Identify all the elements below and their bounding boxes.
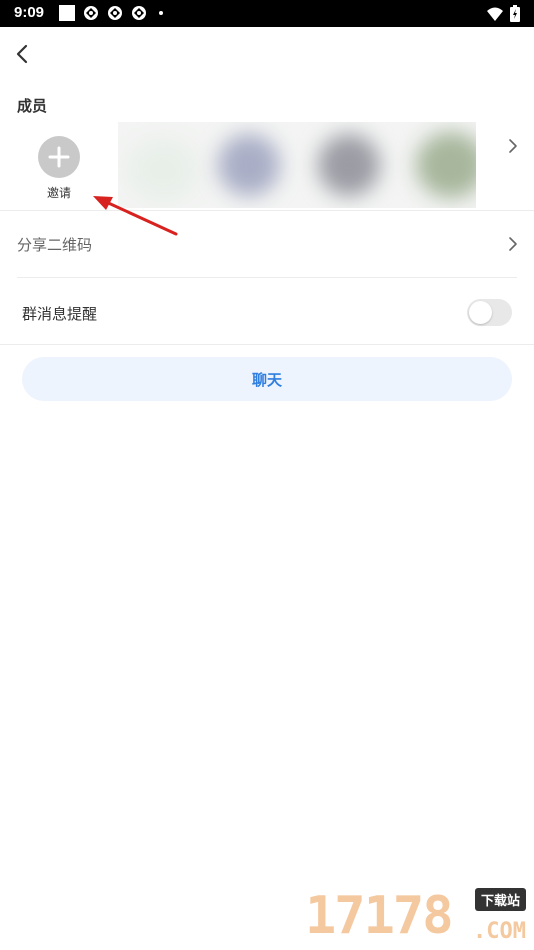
group-notify-toggle[interactable] xyxy=(467,299,512,326)
member-avatar[interactable] xyxy=(128,140,198,200)
members-section-title: 成员 xyxy=(17,97,48,115)
member-avatar[interactable] xyxy=(318,134,380,196)
divider xyxy=(0,344,534,345)
battery-charging-icon xyxy=(510,5,520,22)
chat-button[interactable]: 聊天 xyxy=(22,357,512,401)
member-avatars-strip[interactable] xyxy=(118,122,476,208)
toggle-knob xyxy=(469,301,492,324)
app-notification-icon xyxy=(131,5,147,21)
chevron-left-icon xyxy=(16,44,28,64)
divider xyxy=(17,277,517,278)
invite-plus-circle xyxy=(38,136,80,178)
plus-icon xyxy=(48,146,70,168)
watermark-badge: 下载站 xyxy=(474,888,526,911)
app-notification-icon xyxy=(107,5,123,21)
watermark-digits: 17178 xyxy=(305,886,454,946)
status-time: 9:09 xyxy=(14,4,45,21)
divider xyxy=(0,210,534,211)
member-avatar[interactable] xyxy=(218,134,280,196)
more-notifications-icon xyxy=(159,11,163,15)
back-button[interactable] xyxy=(10,42,34,66)
watermark-logo: 17178 下载站 .COM xyxy=(305,884,530,946)
members-chevron-right-icon[interactable] xyxy=(507,138,519,154)
share-qr-row[interactable]: 分享二维码 xyxy=(0,212,534,276)
status-system-icons xyxy=(486,5,520,22)
member-avatar[interactable] xyxy=(416,132,476,198)
watermark-suffix: .COM xyxy=(473,919,526,944)
status-bar: 9:09 xyxy=(0,0,534,27)
invite-label: 邀请 xyxy=(46,186,71,200)
app-notification-icon xyxy=(83,5,99,21)
notification-square-icon xyxy=(59,5,75,21)
group-notify-label: 群消息提醒 xyxy=(22,305,98,323)
group-notify-row: 群消息提醒 xyxy=(0,279,534,343)
chevron-right-icon xyxy=(509,237,517,251)
status-notifications xyxy=(59,5,163,21)
invite-button[interactable]: 邀请 xyxy=(36,136,82,201)
share-qr-label: 分享二维码 xyxy=(17,236,93,254)
wifi-icon xyxy=(487,7,503,21)
